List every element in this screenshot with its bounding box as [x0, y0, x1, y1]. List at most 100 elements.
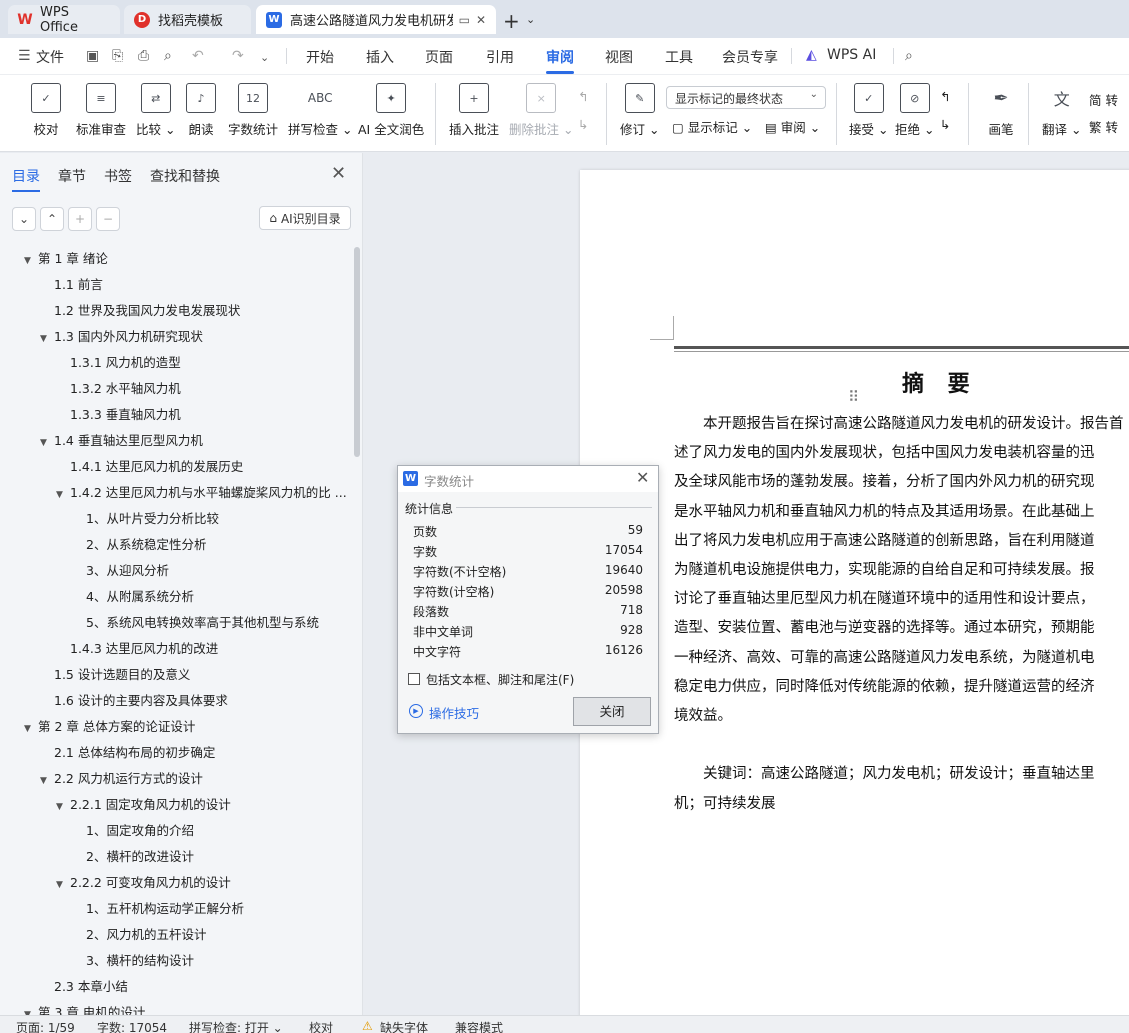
remove-heading-button[interactable]: − — [96, 207, 120, 231]
nav-tab-sections[interactable]: 章节 — [58, 166, 86, 186]
menu-member[interactable]: 会员专享 — [722, 47, 778, 67]
include-textbox-label[interactable]: 包括文本框、脚注和尾注(F) — [426, 671, 574, 688]
menu-view[interactable]: 视图 — [605, 47, 633, 67]
toc-item[interactable]: ▼ 1.4 垂直轴达里厄型风力机 — [40, 428, 203, 454]
menu-references[interactable]: 引用 — [486, 47, 514, 67]
close-icon[interactable]: ✕ — [331, 163, 346, 184]
toc-item[interactable]: 2、风力机的五杆设计 — [86, 922, 206, 948]
pen-button[interactable]: ✒ 画笔 — [986, 83, 1016, 138]
insert-comment-button[interactable]: + 插入批注 — [449, 83, 499, 138]
proofread-status[interactable]: 校对 — [309, 1019, 333, 1033]
toc-item[interactable]: 2.1 总体结构布局的初步确定 — [54, 740, 215, 766]
word-count-button[interactable]: 12 字数统计 — [228, 83, 278, 138]
review-pane-button[interactable]: ▤ 审阅 ⌄ — [765, 117, 820, 136]
previous-change-icon[interactable]: ↰ — [940, 89, 950, 104]
next-comment-icon[interactable]: ↳ — [578, 117, 588, 132]
nav-tab-bookmarks[interactable]: 书签 — [104, 166, 132, 186]
page-indicator[interactable]: 页面: 1/59 — [16, 1019, 75, 1033]
toc-item[interactable]: 1.6 设计的主要内容及具体要求 — [54, 688, 228, 714]
hamburger-icon[interactable]: ☰ — [18, 48, 31, 64]
toc-item[interactable]: ▼ 第 2 章 总体方案的论证设计 — [24, 714, 195, 740]
expand-caret-icon[interactable]: ▼ — [40, 430, 54, 456]
next-change-icon[interactable]: ↳ — [940, 117, 950, 132]
compare-button[interactable]: ⇄ 比较 ⌄ — [136, 83, 175, 138]
menu-file[interactable]: 文件 — [36, 47, 64, 67]
toc-item[interactable]: 1、五杆机构运动学正解分析 — [86, 896, 244, 922]
markup-state-select[interactable]: 显示标记的最终状态 ⌄ — [666, 86, 826, 109]
tab-document[interactable]: W 高速公路隧道风力发电机研发 ▭ ✕ — [256, 5, 496, 34]
tab-wps-office[interactable]: W WPS Office — [8, 5, 120, 35]
print-preview-icon[interactable]: ⌕ — [164, 48, 172, 64]
window-preview-icon[interactable]: ▭ — [459, 13, 470, 27]
toc-item[interactable]: ▼ 第 1 章 绪论 — [24, 246, 108, 272]
trad-to-simp-button[interactable]: 简 转 — [1089, 90, 1118, 109]
close-icon[interactable]: ✕ — [636, 468, 649, 487]
toc-item[interactable]: 1.3.2 水平轴风力机 — [70, 376, 181, 402]
save-icon[interactable]: ▣ — [86, 48, 99, 64]
document-page[interactable]: ⠿ 摘 要 本开题报告旨在探讨高速公路隧道风力发电机的研发设计。报告首 述了风力发… — [580, 170, 1129, 1030]
toc-item[interactable]: ▼ 2.2.2 可变攻角风力机的设计 — [56, 870, 231, 896]
toc-item[interactable]: 1.3.3 垂直轴风力机 — [70, 402, 181, 428]
nav-scrollbar[interactable] — [354, 247, 360, 457]
toc-item[interactable]: 2.3 本章小结 — [54, 974, 128, 1000]
expand-caret-icon[interactable]: ▼ — [24, 716, 38, 742]
wps-ai-icon[interactable]: ◭ — [806, 47, 817, 63]
toc-item[interactable]: 1.4.1 达里厄风力机的发展历史 — [70, 454, 243, 480]
menu-tools[interactable]: 工具 — [665, 47, 693, 67]
collapse-all-button[interactable]: ⌃ — [40, 207, 64, 231]
nav-tab-toc[interactable]: 目录 — [12, 166, 40, 192]
ai-toc-button[interactable]: ⌂ AI识别目录 — [259, 206, 351, 230]
dialog-title-bar[interactable]: W 字数统计 ✕ — [398, 466, 658, 492]
track-changes-button[interactable]: ✎ 修订 ⌄ — [620, 83, 659, 138]
tips-link[interactable]: 操作技巧 — [429, 703, 479, 722]
toc-item[interactable]: 1、固定攻角的介绍 — [86, 818, 194, 844]
toc-item[interactable]: 1.5 设计选题目的及意义 — [54, 662, 190, 688]
spell-check-status[interactable]: 拼写检查: 打开 ⌄ — [189, 1019, 283, 1033]
previous-comment-icon[interactable]: ↰ — [578, 89, 588, 104]
accept-button[interactable]: ✓ 接受 ⌄ — [849, 83, 888, 138]
search-icon[interactable]: ⌕ — [905, 48, 913, 64]
tab-list-chevron-icon[interactable]: ⌄ — [526, 13, 535, 26]
toc-item[interactable]: 3、横杆的结构设计 — [86, 948, 194, 974]
translate-button[interactable]: 文 翻译 ⌄ — [1042, 83, 1081, 138]
include-textbox-checkbox[interactable] — [408, 673, 420, 685]
expand-caret-icon[interactable]: ▼ — [56, 872, 70, 898]
show-markup-button[interactable]: ▢ 显示标记 ⌄ — [672, 117, 752, 136]
menu-wps-ai[interactable]: WPS AI — [827, 47, 876, 63]
expand-all-button[interactable]: ⌄ — [12, 207, 36, 231]
reject-button[interactable]: ⊘ 拒绝 ⌄ — [895, 83, 934, 138]
menu-review[interactable]: 审阅 — [546, 47, 574, 74]
menu-home[interactable]: 开始 — [306, 47, 334, 67]
missing-font-status[interactable]: 缺失字体 — [380, 1019, 428, 1033]
quick-access-chevron-icon[interactable]: ⌄ — [260, 51, 269, 64]
toc-item[interactable]: 1.3.1 风力机的造型 — [70, 350, 181, 376]
toc-item[interactable]: 3、从迎风分析 — [86, 558, 169, 584]
toc-item[interactable]: ▼ 2.2.1 固定攻角风力机的设计 — [56, 792, 231, 818]
toc-item[interactable]: 1.1 前言 — [54, 272, 103, 298]
word-count-status[interactable]: 字数: 17054 — [97, 1019, 167, 1033]
menu-page[interactable]: 页面 — [425, 47, 453, 67]
ai-polish-button[interactable]: ✦ AI 全文润色 — [358, 83, 424, 138]
redo-icon[interactable]: ↷ — [232, 48, 244, 64]
standard-review-button[interactable]: ≡ 标准审查 — [76, 83, 126, 138]
spell-check-button[interactable]: ABC 拼写检查 ⌄ — [288, 83, 352, 138]
new-tab-icon[interactable]: + — [503, 9, 520, 33]
nav-tab-find-replace[interactable]: 查找和替换 — [150, 166, 220, 186]
delete-comment-button[interactable]: × 删除批注 ⌄ — [509, 83, 573, 138]
undo-icon[interactable]: ↶ — [192, 48, 204, 64]
simp-to-trad-button[interactable]: 繁 转 — [1089, 117, 1118, 136]
expand-caret-icon[interactable]: ▼ — [24, 248, 38, 274]
expand-caret-icon[interactable]: ▼ — [56, 794, 70, 820]
toc-item[interactable]: ▼ 2.2 风力机运行方式的设计 — [40, 766, 203, 792]
close-button[interactable]: 关闭 — [573, 697, 651, 726]
proofread-button[interactable]: ✓ 校对 — [31, 83, 61, 138]
toc-item[interactable]: 2、横杆的改进设计 — [86, 844, 194, 870]
toc-item[interactable]: 1.2 世界及我国风力发电发展现状 — [54, 298, 240, 324]
toc-item[interactable]: 1.4.3 达里厄风力机的改进 — [70, 636, 218, 662]
drag-handle-icon[interactable]: ⠿ — [848, 388, 859, 406]
toc-item[interactable]: ▼ 1.4.2 达里厄风力机与水平轴螺旋桨风力机的比 ... — [56, 480, 347, 506]
add-heading-button[interactable]: + — [68, 207, 92, 231]
toc-item[interactable]: 2、从系统稳定性分析 — [86, 532, 206, 558]
expand-caret-icon[interactable]: ▼ — [40, 768, 54, 794]
expand-caret-icon[interactable]: ▼ — [40, 326, 54, 352]
